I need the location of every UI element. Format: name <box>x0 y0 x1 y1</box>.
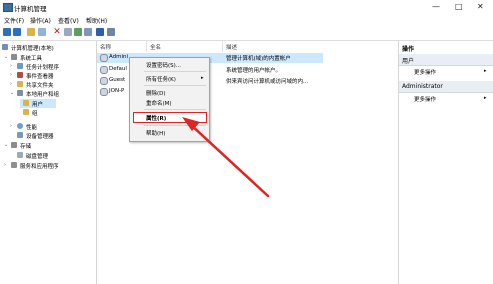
arrow-head <box>182 117 200 131</box>
annotation-arrow <box>182 117 270 198</box>
arrow-shaft <box>188 122 270 198</box>
